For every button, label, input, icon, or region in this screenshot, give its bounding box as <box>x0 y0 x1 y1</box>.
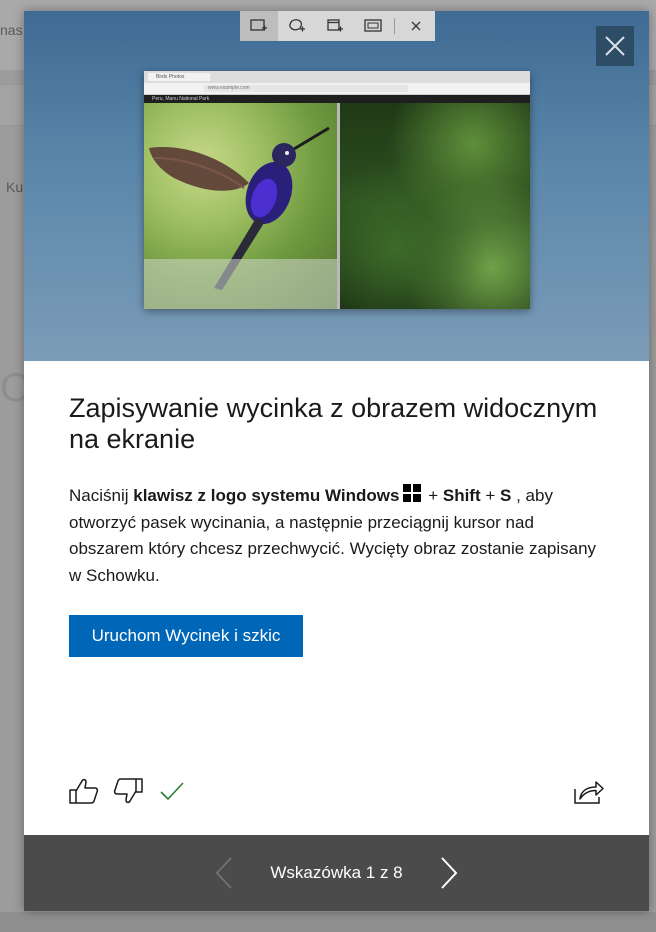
desc-plus: + <box>480 486 501 505</box>
desc-text: Naciśnij <box>69 486 134 505</box>
previous-tip-button[interactable] <box>204 848 244 898</box>
fullscreen-snip-icon <box>364 19 382 32</box>
freeform-snip-button[interactable] <box>278 11 316 41</box>
chevron-left-icon <box>215 857 233 889</box>
freeform-snip-icon <box>289 19 305 32</box>
next-tip-button[interactable] <box>429 848 469 898</box>
feedback-row <box>67 775 189 807</box>
desc-key-label: klawisz z logo systemu Windows <box>133 486 400 505</box>
mock-titlebar: Birds Photos <box>144 71 530 83</box>
background-text: Ku <box>6 179 24 195</box>
close-icon <box>605 36 625 56</box>
tip-description: Naciśnij klawisz z logo systemu Windows … <box>69 483 609 589</box>
mock-nav-text: Peru, Manu National Park <box>152 96 210 102</box>
mock-url: www.example.com <box>204 85 408 92</box>
jungle-photo <box>340 103 530 309</box>
snip-toolbar <box>240 11 435 41</box>
desc-s-key: S <box>500 486 512 505</box>
like-button[interactable] <box>67 775 101 807</box>
mock-tab: Birds Photos <box>148 73 210 81</box>
mock-content <box>144 103 530 309</box>
desc-plus: + <box>423 486 443 505</box>
hummingbird-photo <box>144 103 337 309</box>
thumbs-up-icon <box>69 778 99 804</box>
dislike-button[interactable] <box>111 775 145 807</box>
close-icon <box>411 21 421 31</box>
toolbar-divider <box>394 18 395 34</box>
tip-illustration: Birds Photos www.example.com Peru, Manu … <box>24 11 649 361</box>
launch-snip-sketch-button[interactable]: Uruchom Wycinek i szkic <box>69 615 303 657</box>
share-icon <box>574 781 604 804</box>
dialog-close-button[interactable] <box>596 26 634 66</box>
background-footer <box>0 912 656 932</box>
share-button[interactable] <box>570 775 606 807</box>
thumbs-down-icon <box>113 778 143 804</box>
tips-footer: Wskazówka 1 z 8 <box>24 835 649 911</box>
browser-screenshot-image: Birds Photos www.example.com Peru, Manu … <box>144 71 530 309</box>
tips-dialog: Birds Photos www.example.com Peru, Manu … <box>24 11 649 911</box>
photo-haze <box>144 259 337 309</box>
window-snip-icon <box>327 19 343 32</box>
chevron-right-icon <box>440 857 457 889</box>
snip-close-button[interactable] <box>397 11 435 41</box>
desc-shift-key: Shift <box>442 486 481 505</box>
tip-counter: Wskazówka 1 z 8 <box>270 863 403 882</box>
checkmark-icon <box>160 782 184 801</box>
background-text: nas <box>0 22 23 38</box>
windows-logo-icon <box>403 484 422 502</box>
fullscreen-snip-button[interactable] <box>354 11 392 41</box>
tip-title: Zapisywanie wycinka z obrazem widocznym … <box>69 393 598 454</box>
mock-address-bar: www.example.com <box>144 83 530 95</box>
rectangular-snip-button[interactable] <box>240 11 278 41</box>
rectangular-snip-icon <box>250 19 267 31</box>
mark-done-button[interactable] <box>155 775 189 807</box>
window-snip-button[interactable] <box>316 11 354 41</box>
